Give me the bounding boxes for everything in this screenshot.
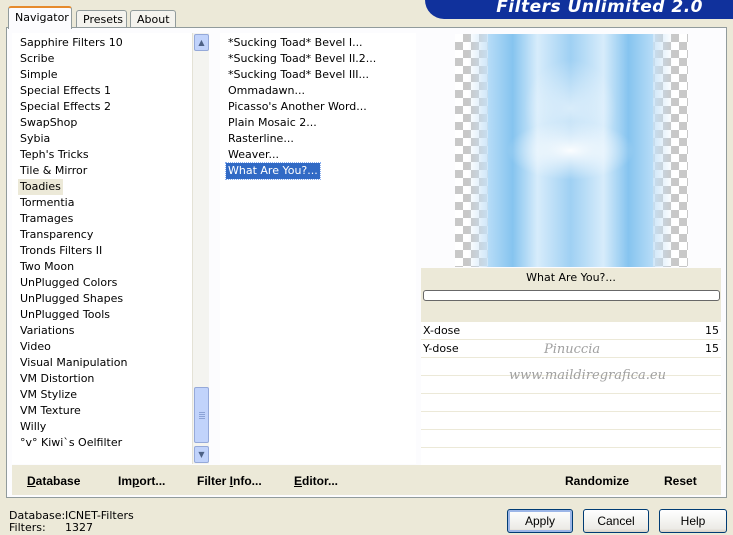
import-label-rest: ort...: [139, 474, 166, 488]
category-item[interactable]: VM Stylize: [18, 387, 79, 403]
category-item[interactable]: Simple: [18, 67, 60, 83]
cancel-button[interactable]: Cancel: [583, 509, 649, 533]
filter-item[interactable]: Plain Mosaic 2...: [226, 115, 319, 131]
filter-info-label-pre: Filter: [197, 474, 230, 488]
watermark-name: Pinuccia: [544, 342, 601, 357]
preview-edge-left: [468, 34, 488, 267]
category-item[interactable]: Special Effects 1: [18, 83, 113, 99]
filter-item[interactable]: Ommadawn...: [226, 83, 307, 99]
preview-edge-right: [653, 34, 673, 267]
filter-item[interactable]: Weaver...: [226, 147, 281, 163]
grip-line: [199, 414, 205, 415]
panel-toolbar: Database Import... Filter Info... Editor…: [12, 465, 721, 495]
editor-mnemonic: E: [294, 474, 303, 488]
tab-navigator[interactable]: Navigator: [8, 6, 72, 29]
category-item[interactable]: UnPlugged Shapes: [18, 291, 125, 307]
category-item[interactable]: UnPlugged Tools: [18, 307, 112, 323]
param-row-empty: [421, 430, 721, 448]
category-item[interactable]: SwapShop: [18, 115, 79, 131]
apply-button[interactable]: Apply: [507, 509, 573, 533]
status-filters: Filters: 1327: [9, 522, 134, 534]
scroll-up-button[interactable]: ▲: [194, 34, 209, 51]
filter-name-bar: What Are You?...: [421, 268, 721, 322]
preview-panel: What Are You?... X-dose 15 Y-dose 15 Pin…: [421, 33, 721, 466]
editor-label-rest: ditor...: [302, 474, 339, 488]
title-banner: Filters Unlimited 2.0: [425, 0, 733, 19]
grip-line: [199, 412, 205, 413]
grip-line: [199, 416, 205, 417]
filter-item[interactable]: *Sucking Toad* Bevel I...: [226, 35, 365, 51]
reset-button[interactable]: Reset: [664, 474, 697, 488]
param-label: Y-dose: [423, 342, 459, 355]
param-row-empty: [421, 412, 721, 430]
param-label: X-dose: [423, 324, 461, 337]
category-item[interactable]: Tile & Mirror: [18, 163, 89, 179]
category-scrollbar[interactable]: ▲ ▼: [192, 33, 209, 464]
category-item[interactable]: Teph's Tricks: [18, 147, 91, 163]
category-item[interactable]: Video: [18, 339, 53, 355]
category-item[interactable]: Sybia: [18, 131, 52, 147]
status-filters-value: 1327: [65, 521, 93, 534]
filter-item[interactable]: Rasterline...: [226, 131, 296, 147]
preview-image[interactable]: [455, 34, 688, 267]
filter-info-button[interactable]: Filter Info...: [197, 474, 262, 488]
filter-item[interactable]: What Are You?...: [225, 162, 321, 180]
watermark-url: www.maildiregrafica.eu: [509, 368, 666, 383]
help-button[interactable]: Help: [659, 509, 727, 533]
filter-item[interactable]: Picasso's Another Word...: [226, 99, 369, 115]
category-item[interactable]: Toadies: [18, 179, 63, 195]
tab-about[interactable]: About: [130, 10, 176, 28]
category-item[interactable]: °v° Kiwi`s Oelfilter: [18, 435, 124, 451]
param-value: 15: [705, 324, 719, 337]
filter-list[interactable]: *Sucking Toad* Bevel I... *Sucking Toad* …: [220, 33, 416, 464]
category-item[interactable]: Scribe: [18, 51, 56, 67]
status-info: Database: ICNET-Filters Filters: 1327: [9, 510, 134, 534]
import-button[interactable]: Import...: [118, 474, 165, 488]
app-title: Filters Unlimited 2.0: [496, 0, 703, 17]
database-mnemonic: D: [27, 474, 36, 488]
tab-presets[interactable]: Presets: [76, 10, 127, 28]
category-item[interactable]: Transparency: [18, 227, 95, 243]
filter-item[interactable]: *Sucking Toad* Bevel III...: [226, 67, 371, 83]
chevron-down-icon: ▼: [198, 450, 205, 459]
preview-art: [488, 34, 653, 267]
category-item[interactable]: Tormentia: [18, 195, 76, 211]
category-list[interactable]: Sapphire Filters 10 Scribe Simple Special E…: [12, 33, 209, 464]
filter-item[interactable]: *Sucking Toad* Bevel II.2...: [226, 51, 378, 67]
chevron-up-icon: ▲: [198, 38, 205, 47]
category-item[interactable]: Tronds Filters II: [18, 243, 104, 259]
category-item[interactable]: Sapphire Filters 10: [18, 35, 125, 51]
randomize-button[interactable]: Randomize: [565, 474, 629, 488]
category-item[interactable]: Willy: [18, 419, 48, 435]
param-row-empty: [421, 448, 721, 466]
category-item[interactable]: Visual Manipulation: [18, 355, 129, 371]
import-label-pre: Im: [118, 474, 133, 488]
category-item[interactable]: VM Distortion: [18, 371, 96, 387]
filter-info-label-rest: nfo...: [233, 474, 262, 488]
param-value: 15: [705, 342, 719, 355]
category-item[interactable]: UnPlugged Colors: [18, 275, 119, 291]
category-item[interactable]: Tramages: [18, 211, 75, 227]
category-item[interactable]: Two Moon: [18, 259, 76, 275]
status-filters-label: Filters:: [9, 521, 46, 534]
current-filter-name: What Are You?...: [526, 271, 616, 284]
grip-line: [199, 418, 205, 419]
scroll-down-button[interactable]: ▼: [194, 446, 209, 463]
category-item[interactable]: Special Effects 2: [18, 99, 113, 115]
editor-button[interactable]: Editor...: [294, 474, 338, 488]
scroll-thumb[interactable]: [194, 387, 209, 443]
param-row-x-dose[interactable]: X-dose 15: [421, 322, 721, 340]
database-label-rest: atabase: [35, 474, 81, 488]
param-row-empty: [421, 394, 721, 412]
category-item[interactable]: VM Texture: [18, 403, 83, 419]
progress-bar: [423, 290, 720, 301]
category-item[interactable]: Variations: [18, 323, 77, 339]
database-button[interactable]: Database: [27, 474, 80, 488]
